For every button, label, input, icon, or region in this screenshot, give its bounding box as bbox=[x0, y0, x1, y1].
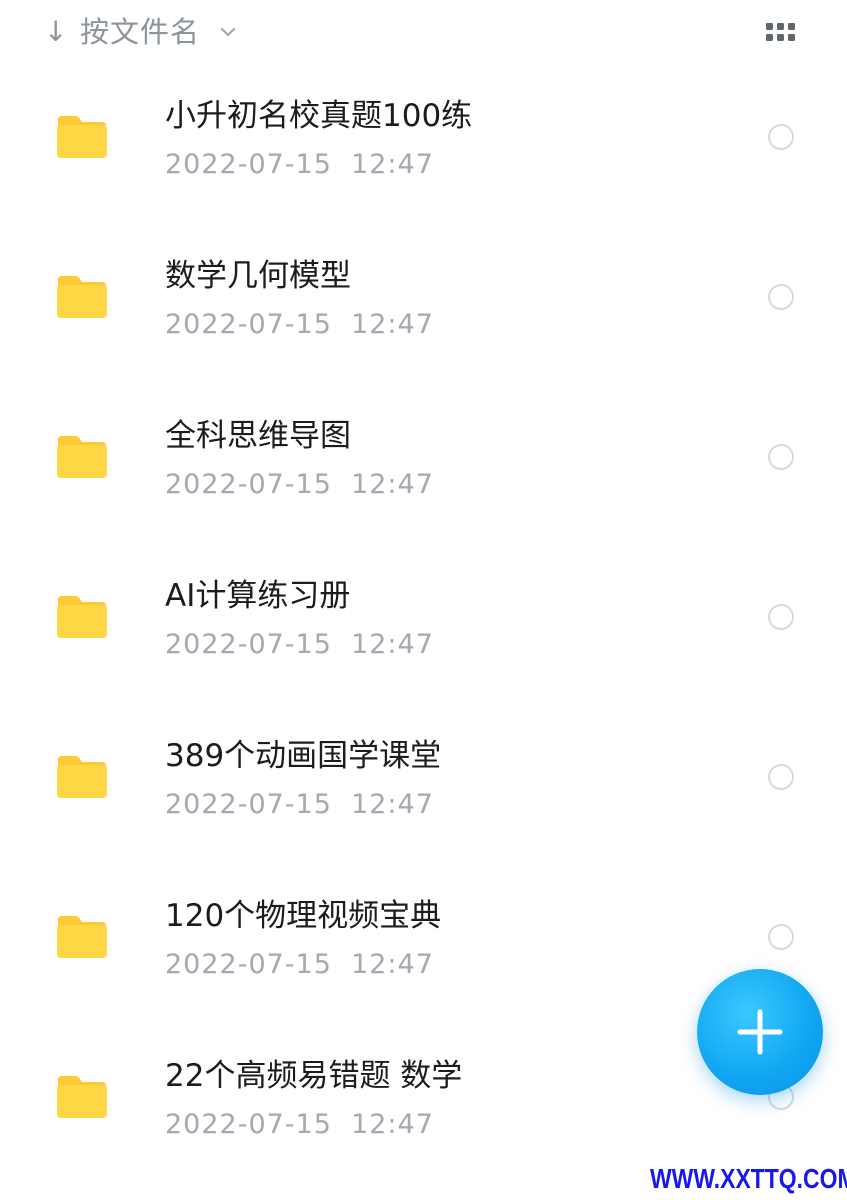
select-checkbox[interactable] bbox=[768, 924, 794, 950]
plus-icon bbox=[737, 1009, 783, 1055]
folder-icon bbox=[55, 754, 109, 800]
file-name: AI计算练习册 bbox=[165, 578, 351, 614]
folder-icon bbox=[55, 594, 109, 640]
file-name: 120个物理视频宝典 bbox=[165, 898, 442, 934]
file-date: 2022-07-15 12:47 bbox=[165, 949, 434, 980]
file-date: 2022-07-15 12:47 bbox=[165, 1109, 434, 1140]
file-date: 2022-07-15 12:47 bbox=[165, 789, 434, 820]
add-button[interactable] bbox=[697, 969, 823, 1095]
file-date: 2022-07-15 12:47 bbox=[165, 309, 434, 340]
sort-direction-arrow[interactable]: ↓ bbox=[44, 14, 67, 50]
folder-icon bbox=[55, 1074, 109, 1120]
file-name: 389个动画国学课堂 bbox=[165, 738, 442, 774]
folder-icon bbox=[55, 274, 109, 320]
chevron-down-icon[interactable] bbox=[219, 23, 237, 41]
list-item[interactable]: 小升初名校真题100练 2022-07-15 12:47 bbox=[0, 66, 847, 226]
file-name: 全科思维导图 bbox=[165, 418, 351, 454]
folder-icon bbox=[55, 434, 109, 480]
list-item[interactable]: AI计算练习册 2022-07-15 12:47 bbox=[0, 546, 847, 706]
file-name: 小升初名校真题100练 bbox=[165, 98, 473, 134]
list-item[interactable]: 全科思维导图 2022-07-15 12:47 bbox=[0, 386, 847, 546]
file-date: 2022-07-15 12:47 bbox=[165, 149, 434, 180]
list-item[interactable]: 389个动画国学课堂 2022-07-15 12:47 bbox=[0, 706, 847, 866]
grid-view-icon[interactable] bbox=[762, 20, 800, 46]
sort-bar: ↓ 按文件名 bbox=[0, 0, 847, 66]
folder-icon bbox=[55, 914, 109, 960]
select-checkbox[interactable] bbox=[768, 124, 794, 150]
select-checkbox[interactable] bbox=[768, 604, 794, 630]
watermark: WWW.XXTTQ.COM bbox=[650, 1163, 847, 1194]
select-checkbox[interactable] bbox=[768, 444, 794, 470]
list-item[interactable]: 数学几何模型 2022-07-15 12:47 bbox=[0, 226, 847, 386]
file-date: 2022-07-15 12:47 bbox=[165, 469, 434, 500]
file-name: 数学几何模型 bbox=[165, 258, 351, 294]
select-checkbox[interactable] bbox=[768, 764, 794, 790]
sort-by-name-label[interactable]: 按文件名 bbox=[80, 12, 200, 52]
file-name: 22个高频易错题 数学 bbox=[165, 1058, 463, 1094]
folder-icon bbox=[55, 114, 109, 160]
file-date: 2022-07-15 12:47 bbox=[165, 629, 434, 660]
select-checkbox[interactable] bbox=[768, 284, 794, 310]
